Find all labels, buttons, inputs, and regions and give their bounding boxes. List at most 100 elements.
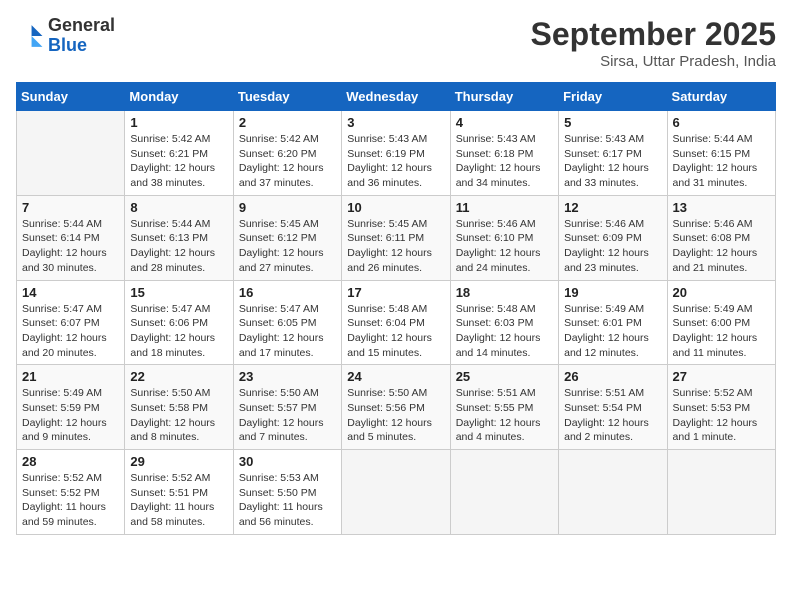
day-number: 3 [347, 115, 444, 130]
day-info: Sunrise: 5:42 AM Sunset: 6:20 PM Dayligh… [239, 132, 336, 191]
weekday-saturday: Saturday [667, 83, 775, 111]
calendar-cell: 1 Sunrise: 5:42 AM Sunset: 6:21 PM Daylig… [125, 111, 233, 196]
calendar-cell: 12 Sunrise: 5:46 AM Sunset: 6:09 PM Dayli… [559, 195, 667, 280]
calendar-cell: 10 Sunrise: 5:45 AM Sunset: 6:11 PM Dayli… [342, 195, 450, 280]
logo-icon [16, 22, 44, 50]
week-row-2: 7 Sunrise: 5:44 AM Sunset: 6:14 PM Daylig… [17, 195, 776, 280]
day-number: 22 [130, 369, 227, 384]
day-info: Sunrise: 5:47 AM Sunset: 6:06 PM Dayligh… [130, 302, 227, 361]
day-info: Sunrise: 5:44 AM Sunset: 6:14 PM Dayligh… [22, 217, 119, 276]
day-number: 29 [130, 454, 227, 469]
calendar-cell: 3 Sunrise: 5:43 AM Sunset: 6:19 PM Daylig… [342, 111, 450, 196]
month-title: September 2025 [531, 16, 776, 53]
day-number: 15 [130, 285, 227, 300]
weekday-wednesday: Wednesday [342, 83, 450, 111]
day-info: Sunrise: 5:48 AM Sunset: 6:03 PM Dayligh… [456, 302, 553, 361]
day-number: 4 [456, 115, 553, 130]
calendar-cell: 27Sunrise: 5:52 AM Sunset: 5:53 PM Dayli… [667, 365, 775, 450]
day-number: 26 [564, 369, 661, 384]
day-number: 17 [347, 285, 444, 300]
calendar-cell: 22 Sunrise: 5:50 AM Sunset: 5:58 PM Dayli… [125, 365, 233, 450]
day-number: 8 [130, 200, 227, 215]
day-info: Sunrise: 5:46 AM Sunset: 6:09 PM Dayligh… [564, 217, 661, 276]
day-number: 12 [564, 200, 661, 215]
calendar: SundayMondayTuesdayWednesdayThursdayFrid… [16, 82, 776, 535]
day-number: 2 [239, 115, 336, 130]
title-block: September 2025 Sirsa, Uttar Pradesh, Ind… [531, 16, 776, 70]
weekday-friday: Friday [559, 83, 667, 111]
calendar-cell: 24 Sunrise: 5:50 AM Sunset: 5:56 PM Dayli… [342, 365, 450, 450]
day-info: Sunrise: 5:51 AM Sunset: 5:55 PM Dayligh… [456, 386, 553, 445]
calendar-cell: 9 Sunrise: 5:45 AM Sunset: 6:12 PM Daylig… [233, 195, 341, 280]
calendar-cell: 25 Sunrise: 5:51 AM Sunset: 5:55 PM Dayli… [450, 365, 558, 450]
day-info: Sunrise: 5:42 AM Sunset: 6:21 PM Dayligh… [130, 132, 227, 191]
calendar-cell: 7 Sunrise: 5:44 AM Sunset: 6:14 PM Daylig… [17, 195, 125, 280]
weekday-sunday: Sunday [17, 83, 125, 111]
day-number: 9 [239, 200, 336, 215]
day-number: 28 [22, 454, 119, 469]
calendar-cell [17, 111, 125, 196]
logo: General Blue [16, 16, 115, 56]
logo-general: General [48, 16, 115, 36]
page-header: General Blue September 2025 Sirsa, Uttar… [16, 16, 776, 70]
calendar-cell: 15 Sunrise: 5:47 AM Sunset: 6:06 PM Dayli… [125, 280, 233, 365]
day-number: 24 [347, 369, 444, 384]
day-number: 21 [22, 369, 119, 384]
calendar-cell: 18Sunrise: 5:48 AM Sunset: 6:03 PM Dayli… [450, 280, 558, 365]
day-info: Sunrise: 5:46 AM Sunset: 6:10 PM Dayligh… [456, 217, 553, 276]
day-info: Sunrise: 5:46 AM Sunset: 6:08 PM Dayligh… [673, 217, 770, 276]
calendar-cell: 8 Sunrise: 5:44 AM Sunset: 6:13 PM Daylig… [125, 195, 233, 280]
logo-text: General Blue [48, 16, 115, 56]
calendar-cell: 16 Sunrise: 5:47 AM Sunset: 6:05 PM Dayli… [233, 280, 341, 365]
day-info: Sunrise: 5:50 AM Sunset: 5:58 PM Dayligh… [130, 386, 227, 445]
calendar-cell [559, 450, 667, 535]
day-number: 1 [130, 115, 227, 130]
day-number: 30 [239, 454, 336, 469]
calendar-cell: 17Sunrise: 5:48 AM Sunset: 6:04 PM Dayli… [342, 280, 450, 365]
weekday-thursday: Thursday [450, 83, 558, 111]
calendar-cell: 6 Sunrise: 5:44 AM Sunset: 6:15 PM Daylig… [667, 111, 775, 196]
week-row-5: 28Sunrise: 5:52 AM Sunset: 5:52 PM Dayli… [17, 450, 776, 535]
day-number: 10 [347, 200, 444, 215]
day-info: Sunrise: 5:47 AM Sunset: 6:05 PM Dayligh… [239, 302, 336, 361]
day-info: Sunrise: 5:51 AM Sunset: 5:54 PM Dayligh… [564, 386, 661, 445]
calendar-cell: 4Sunrise: 5:43 AM Sunset: 6:18 PM Daylig… [450, 111, 558, 196]
day-info: Sunrise: 5:44 AM Sunset: 6:13 PM Dayligh… [130, 217, 227, 276]
week-row-3: 14 Sunrise: 5:47 AM Sunset: 6:07 PM Dayli… [17, 280, 776, 365]
calendar-cell: 20Sunrise: 5:49 AM Sunset: 6:00 PM Dayli… [667, 280, 775, 365]
day-info: Sunrise: 5:43 AM Sunset: 6:19 PM Dayligh… [347, 132, 444, 191]
calendar-cell: 29 Sunrise: 5:52 AM Sunset: 5:51 PM Dayli… [125, 450, 233, 535]
calendar-body: 1 Sunrise: 5:42 AM Sunset: 6:21 PM Daylig… [17, 111, 776, 535]
calendar-cell: 23Sunrise: 5:50 AM Sunset: 5:57 PM Dayli… [233, 365, 341, 450]
weekday-header-row: SundayMondayTuesdayWednesdayThursdayFrid… [17, 83, 776, 111]
calendar-cell: 2 Sunrise: 5:42 AM Sunset: 6:20 PM Daylig… [233, 111, 341, 196]
calendar-cell [667, 450, 775, 535]
weekday-tuesday: Tuesday [233, 83, 341, 111]
calendar-cell: 11 Sunrise: 5:46 AM Sunset: 6:10 PM Dayli… [450, 195, 558, 280]
day-info: Sunrise: 5:44 AM Sunset: 6:15 PM Dayligh… [673, 132, 770, 191]
calendar-cell: 13Sunrise: 5:46 AM Sunset: 6:08 PM Dayli… [667, 195, 775, 280]
day-info: Sunrise: 5:43 AM Sunset: 6:17 PM Dayligh… [564, 132, 661, 191]
weekday-monday: Monday [125, 83, 233, 111]
calendar-cell [450, 450, 558, 535]
day-number: 7 [22, 200, 119, 215]
day-info: Sunrise: 5:52 AM Sunset: 5:51 PM Dayligh… [130, 471, 227, 530]
day-info: Sunrise: 5:47 AM Sunset: 6:07 PM Dayligh… [22, 302, 119, 361]
day-number: 19 [564, 285, 661, 300]
day-number: 16 [239, 285, 336, 300]
day-number: 25 [456, 369, 553, 384]
day-info: Sunrise: 5:45 AM Sunset: 6:11 PM Dayligh… [347, 217, 444, 276]
logo-blue: Blue [48, 36, 115, 56]
location: Sirsa, Uttar Pradesh, India [531, 53, 776, 70]
day-number: 27 [673, 369, 770, 384]
day-number: 20 [673, 285, 770, 300]
day-number: 5 [564, 115, 661, 130]
week-row-1: 1 Sunrise: 5:42 AM Sunset: 6:21 PM Daylig… [17, 111, 776, 196]
day-number: 6 [673, 115, 770, 130]
day-number: 14 [22, 285, 119, 300]
day-info: Sunrise: 5:50 AM Sunset: 5:56 PM Dayligh… [347, 386, 444, 445]
calendar-cell: 21 Sunrise: 5:49 AM Sunset: 5:59 PM Dayli… [17, 365, 125, 450]
day-info: Sunrise: 5:49 AM Sunset: 5:59 PM Dayligh… [22, 386, 119, 445]
day-info: Sunrise: 5:45 AM Sunset: 6:12 PM Dayligh… [239, 217, 336, 276]
day-number: 11 [456, 200, 553, 215]
